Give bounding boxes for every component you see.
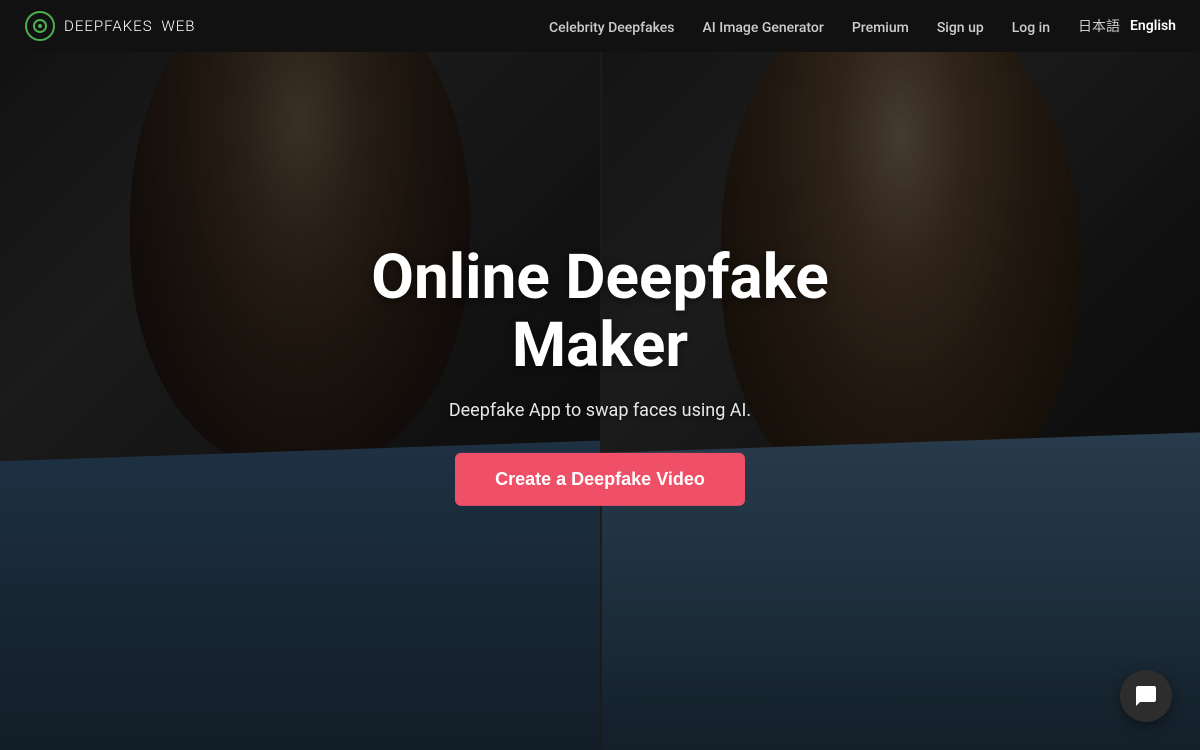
lang-en[interactable]: English bbox=[1130, 18, 1176, 34]
hero-title: Online Deepfake Maker bbox=[250, 244, 950, 380]
create-deepfake-button[interactable]: Create a Deepfake Video bbox=[455, 453, 745, 506]
hero-subtitle: Deepfake App to swap faces using AI. bbox=[250, 400, 950, 421]
nav-item-ai-image[interactable]: AI Image Generator bbox=[703, 17, 824, 36]
hero-content: Online Deepfake Maker Deepfake App to sw… bbox=[250, 244, 950, 506]
nav-links: Celebrity Deepfakes AI Image Generator P… bbox=[549, 17, 1050, 36]
language-switcher: 日本語 English bbox=[1078, 16, 1176, 36]
chat-button[interactable] bbox=[1120, 670, 1172, 722]
nav-link-signup[interactable]: Sign up bbox=[937, 20, 984, 36]
nav-link-celebrity[interactable]: Celebrity Deepfakes bbox=[549, 20, 674, 36]
nav-link-login[interactable]: Log in bbox=[1012, 20, 1050, 36]
nav-item-login[interactable]: Log in bbox=[1012, 17, 1050, 36]
chat-bubble-icon bbox=[1134, 684, 1158, 708]
nav-item-celebrity[interactable]: Celebrity Deepfakes bbox=[549, 17, 674, 36]
navbar: DEEPFAKES WEB Celebrity Deepfakes AI Ima… bbox=[0, 0, 1200, 52]
lang-ja[interactable]: 日本語 bbox=[1078, 16, 1120, 36]
hero-section: 302 3 DEEPFAKES WEB Celebrity Deepfakes bbox=[0, 0, 1200, 750]
logo-text: DEEPFAKES WEB bbox=[64, 17, 196, 35]
logo-link[interactable]: DEEPFAKES WEB bbox=[24, 10, 196, 42]
nav-link-premium[interactable]: Premium bbox=[852, 20, 909, 36]
nav-item-premium[interactable]: Premium bbox=[852, 17, 909, 36]
nav-link-ai-image[interactable]: AI Image Generator bbox=[703, 20, 824, 36]
logo-icon bbox=[24, 10, 56, 42]
nav-item-signup[interactable]: Sign up bbox=[937, 17, 984, 36]
